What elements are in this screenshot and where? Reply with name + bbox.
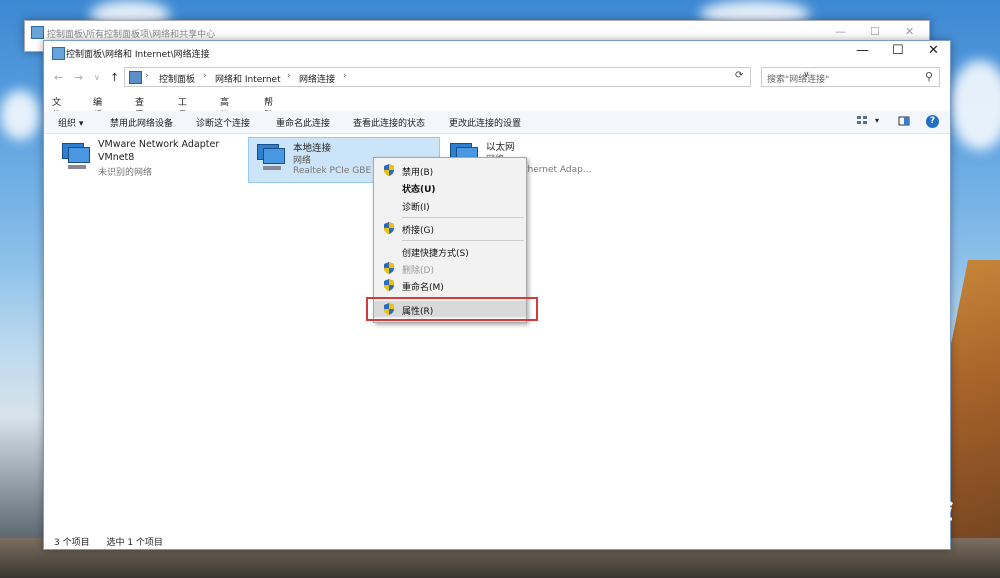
item-count: 3 个项目 — [54, 538, 90, 548]
breadcrumb-network-internet[interactable]: 网络和 Internet — [215, 72, 281, 85]
menu-item-diagnose[interactable]: 诊断(I) — [374, 197, 526, 213]
menu-item-label: 删除(D) — [402, 266, 434, 276]
menu-item-create-shortcut[interactable]: 创建快捷方式(S) — [374, 243, 526, 259]
search-icon[interactable]: ⚲ — [925, 70, 933, 83]
menu-separator — [402, 240, 524, 241]
maximize-icon[interactable]: ☐ — [870, 25, 880, 38]
refresh-icon[interactable]: ⟳ — [735, 70, 749, 86]
search-placeholder: 搜索"网络连接" — [767, 75, 830, 85]
status-bar: 3 个项目 选中 1 个项目 — [54, 535, 163, 548]
organize-button[interactable]: 组织 ▾ — [58, 116, 83, 129]
menu-item-bridge[interactable]: 桥接(G) — [374, 220, 526, 236]
control-panel-icon — [31, 26, 44, 39]
network-adapter-icon — [60, 141, 90, 173]
connection-item-vmnet8[interactable]: VMware Network Adapter VMnet8 未识别的网络 — [54, 137, 244, 181]
menu-item-label: 桥接(G) — [402, 226, 434, 236]
title-bar[interactable]: 控制面板\网络和 Internet\网络连接 — ☐ ✕ — [44, 41, 950, 65]
connection-device: Realtek PCIe GBE F — [293, 166, 380, 176]
command-bar: 组织 ▾ 禁用此网络设备 诊断这个连接 重命名此连接 查看此连接的状态 更改此连… — [44, 111, 950, 134]
watermark-brand: Bai du 经验 — [768, 492, 955, 527]
cloud — [950, 60, 1000, 150]
connection-name: 本地连接 — [293, 143, 332, 154]
uac-shield-icon — [384, 164, 394, 176]
uac-shield-icon — [384, 279, 394, 291]
uac-shield-icon — [384, 222, 394, 234]
uac-shield-icon — [384, 262, 394, 274]
background-window-title: 控制面板\所有控制面板项\网络和共享中心 — [47, 30, 216, 40]
minimize-icon[interactable]: — — [835, 25, 846, 38]
selected-count: 选中 1 个项目 — [106, 538, 163, 548]
menu-item-delete[interactable]: 删除(D) — [374, 260, 526, 276]
network-adapter-icon — [255, 142, 285, 174]
cloud — [0, 90, 40, 140]
view-options-icon[interactable] — [856, 115, 868, 127]
watermark-url: jingyan.baidu.com — [770, 534, 872, 547]
preview-pane-icon[interactable] — [898, 115, 910, 127]
menu-separator — [402, 217, 524, 218]
breadcrumb-control-panel[interactable]: 控制面板 — [159, 72, 195, 85]
chevron-right-icon[interactable]: › — [145, 71, 149, 81]
menu-item-label: 创建快捷方式(S) — [402, 249, 469, 259]
connection-status: 未识别的网络 — [98, 168, 153, 178]
menu-item-status[interactable]: 状态(U) — [374, 179, 526, 195]
menu-item-label: 状态(U) — [402, 185, 436, 195]
address-bar[interactable]: › 控制面板 › 网络和 Internet › 网络连接 › ∨ — [124, 67, 810, 87]
window-title: 控制面板\网络和 Internet\网络连接 — [66, 50, 210, 60]
menu-item-rename[interactable]: 重命名(M) — [374, 277, 526, 293]
chevron-right-icon[interactable]: › — [287, 71, 291, 81]
baidu-watermark: Bai du 经验 jingyan.baidu.com — [768, 484, 955, 547]
menu-item-label: 重命名(M) — [402, 283, 444, 293]
view-status-button[interactable]: 查看此连接的状态 — [353, 116, 425, 129]
diagnose-button[interactable]: 诊断这个连接 — [196, 116, 250, 129]
search-input[interactable]: 搜索"网络连接" ⚲ — [761, 67, 940, 87]
close-button[interactable]: ✕ — [928, 43, 939, 58]
connection-name-cont: VMnet8 — [98, 152, 135, 163]
control-panel-icon — [52, 47, 65, 60]
menu-item-label: 禁用(B) — [402, 168, 434, 178]
connection-status: 网络 — [293, 156, 312, 166]
forward-arrow-icon[interactable]: → — [74, 71, 83, 84]
maximize-button[interactable]: ☐ — [892, 43, 904, 58]
change-settings-button[interactable]: 更改此连接的设置 — [449, 116, 521, 129]
connection-name: 以太网 — [486, 142, 515, 153]
chevron-right-icon[interactable]: › — [343, 71, 347, 81]
up-arrow-icon[interactable]: ↑ — [110, 71, 119, 84]
recent-dropdown-icon[interactable]: ∨ — [94, 73, 100, 82]
menu-item-disable[interactable]: 禁用(B) — [374, 162, 526, 178]
help-icon[interactable]: ? — [926, 115, 939, 128]
control-panel-icon — [129, 71, 142, 84]
connection-name: VMware Network Adapter — [98, 139, 220, 150]
chevron-right-icon[interactable]: › — [203, 71, 207, 81]
menu-item-label: 诊断(I) — [402, 203, 430, 213]
highlight-box — [366, 297, 538, 321]
rename-button[interactable]: 重命名此连接 — [276, 116, 330, 129]
close-icon[interactable]: ✕ — [905, 25, 914, 38]
back-arrow-icon[interactable]: ← — [54, 71, 63, 84]
minimize-button[interactable]: — — [856, 43, 869, 58]
address-row: ← → ∨ ↑ › 控制面板 › 网络和 Internet › 网络连接 › ∨… — [44, 66, 950, 88]
disable-device-button[interactable]: 禁用此网络设备 — [110, 116, 173, 129]
breadcrumb-network-connections[interactable]: 网络连接 — [299, 72, 335, 85]
chevron-down-icon[interactable]: ▾ — [875, 116, 879, 125]
